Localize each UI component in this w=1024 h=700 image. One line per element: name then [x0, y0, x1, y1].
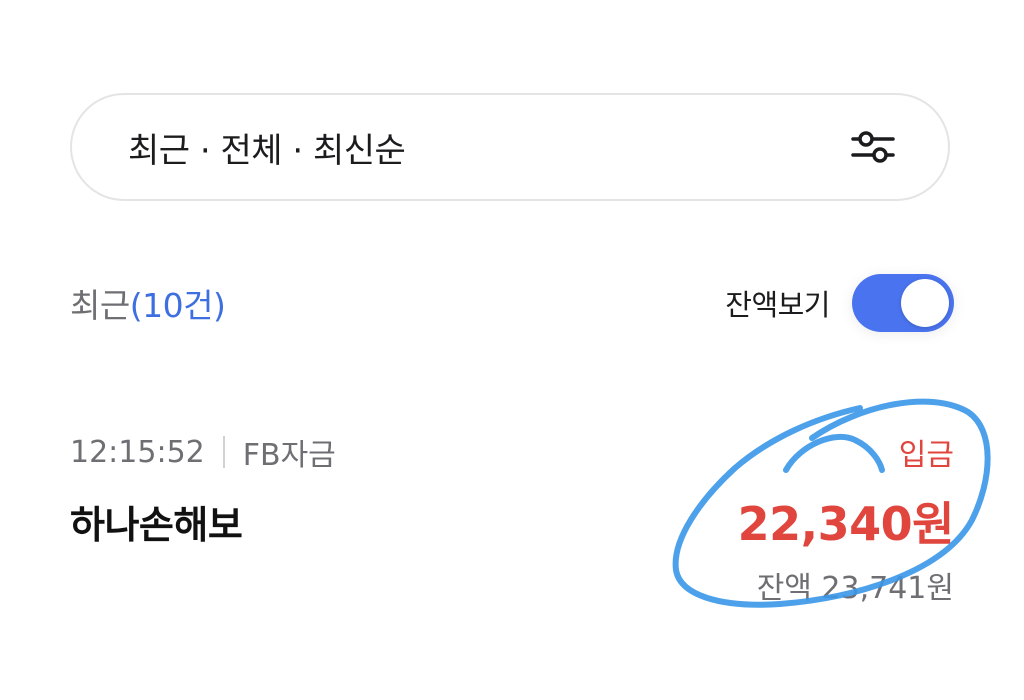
transaction-list-item[interactable]: 12:15:52 FB자금 하나손해보 입금 22,340원 잔액 23,741… — [70, 420, 955, 620]
list-title: 최근 — [70, 286, 130, 325]
list-count: (10건) — [129, 286, 226, 325]
balance-toggle-switch[interactable] — [852, 274, 954, 332]
transaction-name: 하나손해보 — [70, 503, 243, 547]
balance-toggle-group: 잔액보기 — [725, 274, 954, 332]
list-count-title: 최근(10건) — [70, 279, 226, 327]
sliders-icon[interactable] — [850, 127, 896, 167]
transaction-time: 12:15:52 — [70, 434, 205, 470]
transaction-amount: 22,340원 — [737, 497, 955, 551]
list-summary-row: 최근(10건) 잔액보기 — [70, 268, 954, 338]
transaction-category: FB자금 — [242, 438, 336, 473]
transaction-type: 입금 — [898, 438, 954, 473]
transaction-balance: 잔액 23,741원 — [756, 571, 954, 606]
meta-divider — [222, 436, 225, 468]
filter-summary-text: 최근 · 전체 · 최신순 — [128, 130, 406, 171]
toggle-knob — [901, 279, 949, 327]
balance-toggle-label: 잔액보기 — [725, 288, 830, 322]
transaction-meta: 12:15:52 FB자금 — [70, 430, 336, 474]
transaction-list-screen: 최근 · 전체 · 최신순 최근(10건) 잔액보기 12:15:52 FB자금 — [0, 0, 1024, 700]
filter-bar[interactable]: 최근 · 전체 · 최신순 — [70, 93, 950, 201]
